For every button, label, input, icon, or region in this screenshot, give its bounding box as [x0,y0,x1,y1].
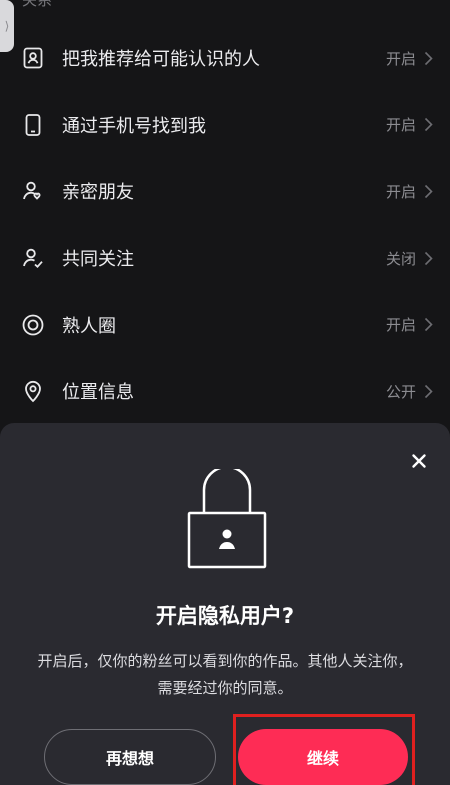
chevron-right-icon [422,50,434,66]
settings-row-close-friends[interactable]: 亲密朋友 开启 [0,158,450,225]
settings-row-acquaintance-circle[interactable]: 熟人圈 开启 [0,291,450,358]
settings-row-mutual-follow[interactable]: 共同关注 关闭 [0,225,450,292]
rethink-button[interactable]: 再想想 [44,729,216,785]
dialog-description: 开启后，仅你的粉丝可以看到你的作品。其他人关注你，需要经过你的同意。 [37,652,413,697]
chevron-right-icon [422,117,434,133]
settings-row-label: 共同关注 [62,249,134,271]
settings-row-label: 位置信息 [62,382,134,404]
chevron-right-icon [422,183,434,199]
contact-card-icon [20,45,46,71]
chevron-right-icon [422,250,434,266]
location-pin-icon [20,378,46,404]
mutual-follow-icon [20,245,46,271]
settings-row-label: 熟人圈 [62,315,116,337]
settings-row-value: 开启 [385,182,416,201]
settings-row-label: 亲密朋友 [62,182,134,204]
close-icon [411,453,427,473]
lock-user-icon [186,465,268,573]
lock-illustration [186,465,268,569]
settings-row-value: 开启 [385,49,416,68]
continue-button[interactable]: 继续 [238,729,408,785]
settings-row-value: 关闭 [385,249,416,268]
settings-row-phone[interactable]: 通过手机号找到我 开启 [0,92,450,159]
settings-row-value: 公开 [385,382,416,401]
settings-row-value: 开启 [385,316,416,335]
settings-list: 把我推荐给可能认识的人 开启 通过手机号找到我 开启 亲密朋友 开启 共同关注 … [0,25,450,425]
circle-target-icon [20,312,46,338]
chevron-right-icon [422,383,434,399]
settings-row-location[interactable]: 位置信息 公开 [0,358,450,425]
settings-row-recommend[interactable]: 把我推荐给可能认识的人 开启 [0,25,450,92]
chevron-right-icon [422,317,434,333]
settings-row-label: 通过手机号找到我 [62,115,206,137]
close-friend-icon [20,178,46,204]
section-label: 关系 [22,0,53,9]
dialog-title: 开启隐私用户? [155,604,295,628]
settings-row-value: 开启 [385,116,416,135]
close-button[interactable] [405,449,433,477]
settings-row-label: 把我推荐给可能认识的人 [62,49,260,71]
phone-icon [20,112,46,138]
